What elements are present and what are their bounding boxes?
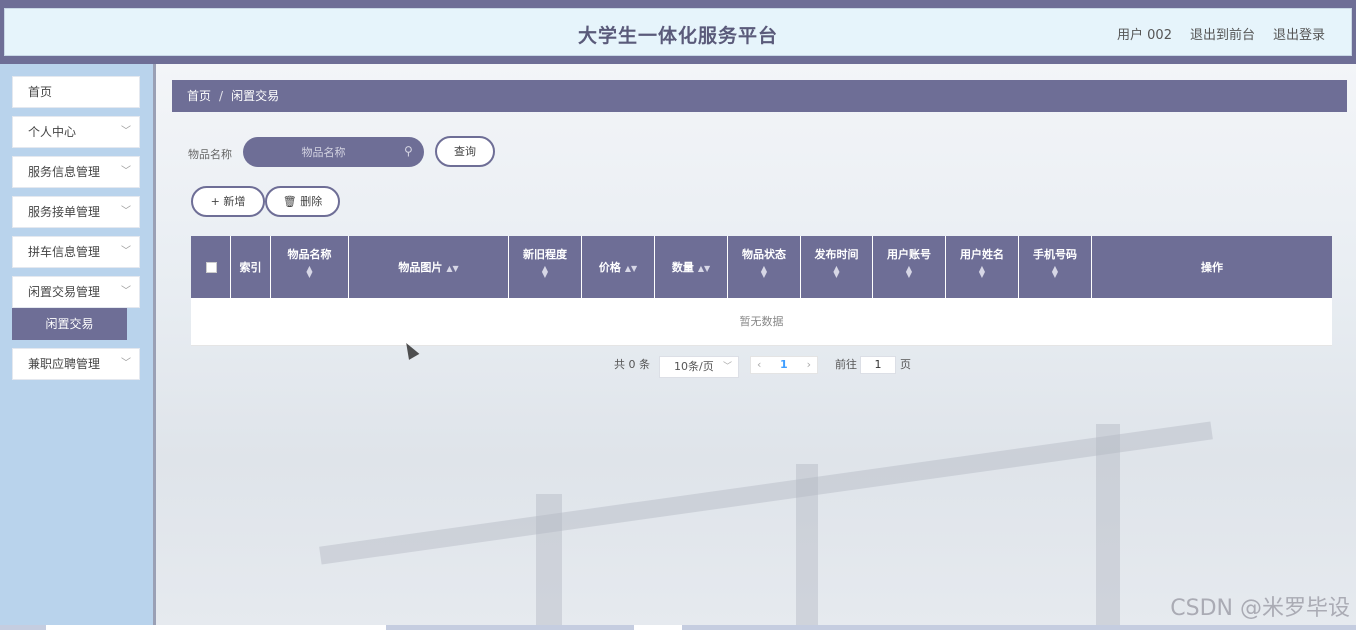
sidebar-item-part-time[interactable]: 兼职应聘管理 ﹀	[12, 348, 140, 380]
sidebar-item-personal-center[interactable]: 个人中心 ﹀	[12, 116, 140, 148]
sidebar-item-label: 服务接单管理	[28, 205, 101, 219]
query-button[interactable]: 查询	[435, 136, 495, 167]
next-page-icon[interactable]: ›	[807, 357, 811, 373]
sort-icon[interactable]: ▲▼	[446, 264, 458, 273]
column-header-item-name[interactable]: 物品名称 ▲ ▼	[271, 236, 349, 298]
sidebar-item-label: 拼车信息管理	[28, 245, 101, 259]
chevron-down-icon: ﹀	[121, 126, 131, 137]
column-header-actions: 操作	[1201, 261, 1223, 274]
sidebar-item-service-info[interactable]: 服务信息管理 ﹀	[12, 156, 140, 188]
sort-icon[interactable]: ▲▼	[873, 265, 945, 279]
breadcrumb: 首页 / 闲置交易	[172, 80, 1347, 112]
exit-to-front-link[interactable]: 退出到前台	[1190, 24, 1255, 43]
pagination-total: 共 0 条	[614, 358, 650, 371]
table-header: 索引 物品名称 ▲ ▼ 物品图片 ▲▼ 新旧程度 ▲ ▼ 价格 ▲▼ 数量 ▲▼ 物品状态…	[191, 236, 1332, 298]
chevron-down-icon: ﹀	[121, 358, 131, 369]
select-all-checkbox[interactable]	[206, 262, 217, 273]
column-header-condition[interactable]: 新旧程度 ▲ ▼	[509, 236, 582, 298]
watermark: CSDN @米罗毕设	[1170, 596, 1350, 621]
chevron-down-icon: ﹀	[121, 286, 131, 297]
background-decoration	[536, 494, 562, 630]
background-decoration	[1096, 424, 1120, 630]
column-header-publish-time[interactable]: 发布时间 ▲ ▼	[801, 236, 873, 298]
sidebar-item-home[interactable]: 首页	[12, 76, 140, 108]
sidebar-item-carpool[interactable]: 拼车信息管理 ﹀	[12, 236, 140, 268]
sort-icon[interactable]: ▲▼	[946, 265, 1018, 279]
sort-icon[interactable]: ▲▼	[625, 264, 637, 273]
add-button[interactable]: + 新增	[191, 186, 265, 217]
logout-link[interactable]: 退出登录	[1273, 24, 1325, 43]
column-header-index: 索引	[231, 236, 271, 298]
taskbar-segment	[634, 625, 682, 630]
search-input[interactable]	[243, 137, 424, 167]
chevron-down-icon: ﹀	[722, 362, 732, 372]
sort-icon[interactable]: ▲▼	[728, 265, 800, 279]
column-header-item-status[interactable]: 物品状态 ▲ ▼	[728, 236, 801, 298]
background-decoration	[319, 421, 1213, 565]
sort-icon[interactable]: ▲▼	[698, 264, 710, 273]
breadcrumb-separator: /	[219, 89, 224, 103]
pagination-nav: ‹ 1 ›	[750, 356, 818, 374]
main-content: 首页 / 闲置交易 物品名称 ⚲ 查询 + 新增 🗑 删除 索引 物品名称 ▲▼ 物…	[153, 64, 1356, 630]
column-header-user-name[interactable]: 用户姓名 ▲ ▼	[946, 236, 1019, 298]
chevron-down-icon: ﹀	[121, 206, 131, 217]
page-size-value: 10条/页	[674, 360, 714, 373]
sidebar-item-label: 首页	[28, 85, 53, 99]
page-unit-label: 页	[900, 358, 911, 371]
sidebar-item-label: 兼职应聘管理	[28, 357, 101, 371]
delete-button[interactable]: 🗑 删除	[265, 186, 340, 217]
column-header-quantity[interactable]: 数量 ▲▼	[655, 236, 728, 298]
empty-table-message: 暂无数据	[191, 298, 1332, 346]
page-size-select[interactable]: 10条/页 ﹀	[659, 356, 739, 378]
submenu-item-idle-trade[interactable]: 闲置交易	[12, 308, 127, 340]
search-label: 物品名称	[188, 148, 232, 161]
taskbar-segment	[46, 625, 386, 630]
column-header-user-account[interactable]: 用户账号 ▲ ▼	[873, 236, 946, 298]
breadcrumb-home[interactable]: 首页	[187, 89, 211, 103]
sort-icon[interactable]: ▲▼	[271, 265, 348, 279]
column-header-phone[interactable]: 手机号码 ▲ ▼	[1019, 236, 1092, 298]
sidebar: 首页 个人中心 ﹀ 服务信息管理 ﹀ 服务接单管理 ﹀ 拼车信息管理 ﹀ 闲置交…	[0, 64, 153, 630]
sort-icon[interactable]: ▲▼	[1019, 265, 1091, 279]
column-header-price[interactable]: 价格 ▲▼	[582, 236, 655, 298]
sidebar-item-label: 个人中心	[28, 125, 77, 139]
search-icon: ⚲	[404, 144, 413, 158]
column-header-item-image[interactable]: 物品图片 ▲▼	[349, 236, 509, 298]
goto-label: 前往	[835, 358, 857, 371]
header-links: 用户 002 退出到前台 退出登录	[1117, 24, 1325, 43]
goto-page-input[interactable]: 1	[860, 356, 896, 374]
chevron-down-icon: ﹀	[121, 166, 131, 177]
prev-page-icon[interactable]: ‹	[757, 357, 761, 373]
sidebar-item-idle-trade[interactable]: 闲置交易管理 ﹀	[12, 276, 140, 308]
current-page[interactable]: 1	[780, 357, 788, 373]
sidebar-item-label: 闲置交易管理	[28, 285, 101, 299]
sort-icon[interactable]: ▲▼	[509, 265, 581, 279]
sidebar-item-label: 服务信息管理	[28, 165, 101, 179]
sidebar-item-service-orders[interactable]: 服务接单管理 ﹀	[12, 196, 140, 228]
header: 大学生一体化服务平台 用户 002 退出到前台 退出登录	[4, 8, 1352, 56]
user-name-link[interactable]: 用户 002	[1117, 24, 1172, 43]
breadcrumb-current: 闲置交易	[231, 89, 280, 103]
chevron-down-icon: ﹀	[121, 246, 131, 257]
background-decoration	[796, 464, 818, 630]
sort-icon[interactable]: ▲▼	[801, 265, 872, 279]
select-all-column	[191, 236, 231, 298]
top-bar: 大学生一体化服务平台 用户 002 退出到前台 退出登录	[0, 0, 1356, 64]
